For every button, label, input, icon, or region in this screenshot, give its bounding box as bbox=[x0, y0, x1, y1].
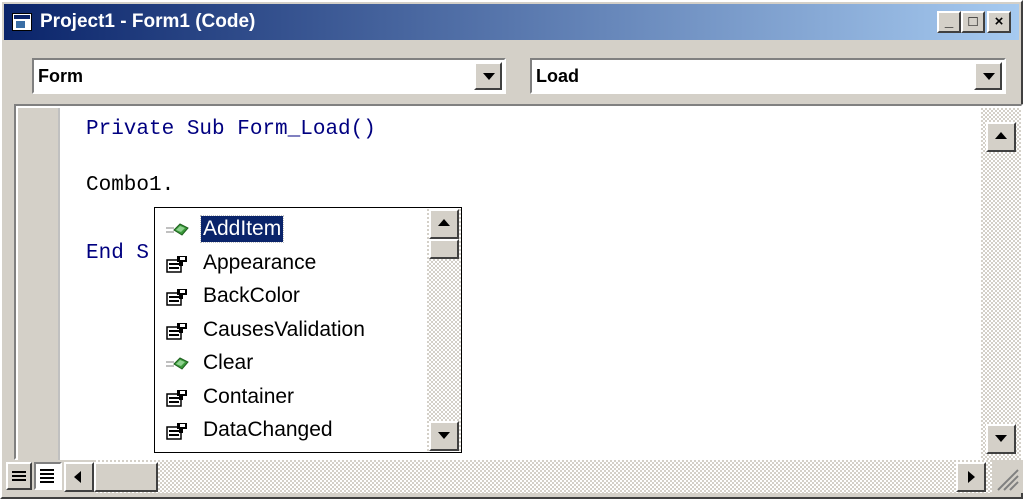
object-combo-value: Form bbox=[38, 66, 83, 86]
property-icon bbox=[165, 254, 191, 274]
procedure-combo[interactable]: Load bbox=[530, 58, 1006, 94]
property-icon bbox=[165, 321, 191, 341]
procedure-view-button[interactable] bbox=[6, 462, 32, 490]
window-title: Project1 - Form1 (Code) bbox=[40, 11, 256, 32]
horizontal-scroll-thumb[interactable] bbox=[94, 462, 158, 492]
autocomplete-item[interactable]: BackColor bbox=[157, 279, 425, 313]
arrow-left-icon bbox=[74, 471, 81, 483]
scroll-down-button[interactable] bbox=[986, 424, 1016, 454]
arrow-up-icon bbox=[995, 132, 1007, 139]
property-icon bbox=[165, 421, 191, 441]
autocomplete-item[interactable]: Appearance bbox=[157, 246, 425, 280]
object-combo-dropdown-button[interactable] bbox=[474, 62, 502, 90]
arrow-down-icon bbox=[995, 435, 1007, 442]
scroll-up-button[interactable] bbox=[986, 122, 1016, 152]
object-combo[interactable]: Form bbox=[32, 58, 506, 94]
code-window: Project1 - Form1 (Code) _ □ × Form Load … bbox=[0, 0, 1023, 499]
arrow-up-icon bbox=[438, 219, 450, 226]
autocomplete-scroll-up-button[interactable] bbox=[429, 209, 459, 239]
chevron-down-icon bbox=[983, 73, 995, 80]
bottom-bar bbox=[4, 460, 1023, 493]
maximize-button[interactable]: □ bbox=[961, 11, 985, 33]
app-icon[interactable] bbox=[12, 13, 32, 31]
arrow-right-icon bbox=[968, 471, 975, 483]
method-icon bbox=[165, 220, 191, 240]
procedure-view-icon bbox=[12, 471, 26, 481]
horizontal-scrollbar[interactable] bbox=[94, 460, 992, 493]
autocomplete-item[interactable]: DataChanged bbox=[157, 413, 425, 447]
autocomplete-item-label: Appearance bbox=[203, 250, 317, 274]
chevron-down-icon bbox=[483, 73, 495, 80]
resize-grip[interactable] bbox=[990, 462, 1020, 492]
code-line-3[interactable]: End S bbox=[86, 242, 149, 265]
procedure-combo-value: Load bbox=[536, 66, 579, 86]
autocomplete-scrollbar[interactable] bbox=[427, 209, 461, 451]
autocomplete-item[interactable]: CausesValidation bbox=[157, 313, 425, 347]
property-icon bbox=[165, 388, 191, 408]
autocomplete-item-label: Container bbox=[203, 384, 295, 408]
autocomplete-item[interactable]: Container bbox=[157, 380, 425, 414]
code-keyword: End S bbox=[86, 242, 150, 265]
autocomplete-item[interactable]: AddItem bbox=[157, 212, 425, 246]
code-text: Form_Load() bbox=[224, 118, 376, 141]
close-button[interactable]: × bbox=[987, 11, 1011, 33]
full-module-view-icon bbox=[40, 469, 54, 483]
arrow-down-icon bbox=[438, 432, 450, 439]
resize-grip-icon bbox=[997, 469, 1019, 491]
autocomplete-list[interactable]: AddItem Appearance BackColor CausesValidati… bbox=[154, 207, 462, 453]
title-bar[interactable]: Project1 - Form1 (Code) _ □ × bbox=[4, 4, 1019, 40]
property-icon bbox=[165, 287, 191, 307]
autocomplete-item-label: BackColor bbox=[203, 284, 300, 307]
vertical-scrollbar[interactable] bbox=[981, 108, 1021, 460]
autocomplete-item[interactable]: Clear bbox=[157, 346, 425, 380]
full-module-view-button[interactable] bbox=[34, 462, 62, 490]
code-line-1[interactable]: Private Sub Form_Load() bbox=[86, 118, 376, 141]
autocomplete-item-label: CausesValidation bbox=[203, 317, 365, 341]
autocomplete-item-label: AddItem bbox=[199, 215, 285, 243]
autocomplete-item-label: DataChanged bbox=[203, 418, 333, 441]
autocomplete-item-label: Clear bbox=[203, 351, 254, 374]
code-line-2[interactable]: Combo1. bbox=[86, 174, 174, 197]
autocomplete-scroll-thumb[interactable] bbox=[429, 239, 459, 259]
scroll-left-button[interactable] bbox=[64, 462, 94, 492]
code-keyword: Private Sub bbox=[86, 118, 225, 141]
minimize-button[interactable]: _ bbox=[937, 11, 961, 33]
margin-indicator-bar[interactable] bbox=[18, 108, 60, 460]
scroll-right-button[interactable] bbox=[956, 462, 986, 492]
procedure-combo-dropdown-button[interactable] bbox=[974, 62, 1002, 90]
autocomplete-scroll-down-button[interactable] bbox=[429, 421, 459, 451]
method-icon bbox=[165, 354, 191, 374]
